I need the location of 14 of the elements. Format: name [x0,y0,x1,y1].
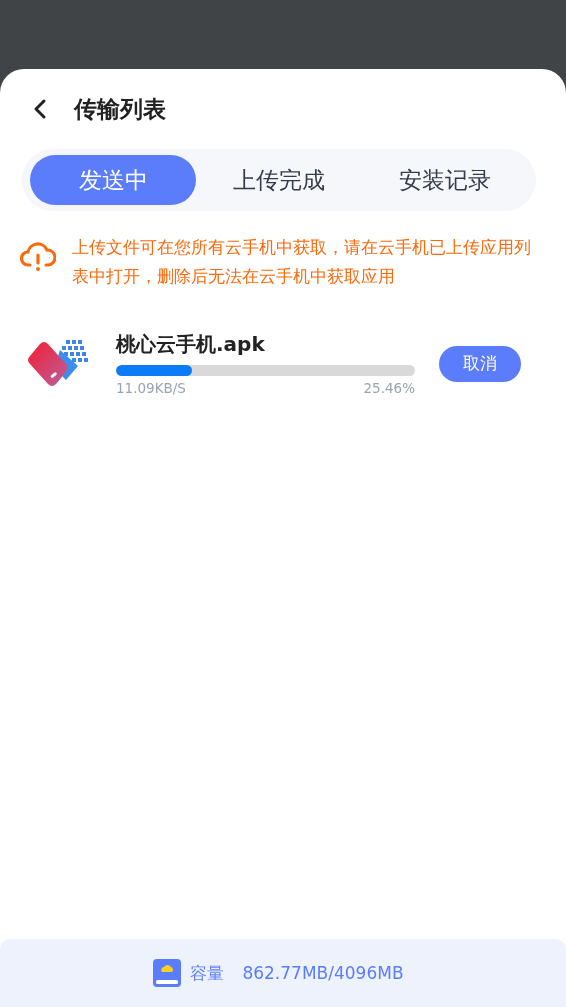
cancel-button[interactable]: 取消 [439,345,521,382]
transfer-speed: 11.09KB/S [116,380,186,396]
cloud-warning-icon [20,241,56,273]
file-name: 桃心云手机.apk [116,331,266,358]
capacity-label: 容量 [190,961,225,985]
tab[interactable]: 发送中 [30,155,196,205]
tab[interactable]: 安装记录 [362,155,528,205]
page-title: 传输列表 [74,94,166,124]
back-icon [33,98,47,120]
tab[interactable]: 上传完成 [196,155,362,205]
progress-percent: 25.46% [363,380,415,396]
storage-drive-icon [152,958,183,988]
capacity-value: 862.77MB/4096MB [242,963,404,983]
notice-text: 上传文件可在您所有云手机中获取，请在云手机已上传应用列表中打开，删除后无法在云手机中获取应用 [72,237,532,288]
